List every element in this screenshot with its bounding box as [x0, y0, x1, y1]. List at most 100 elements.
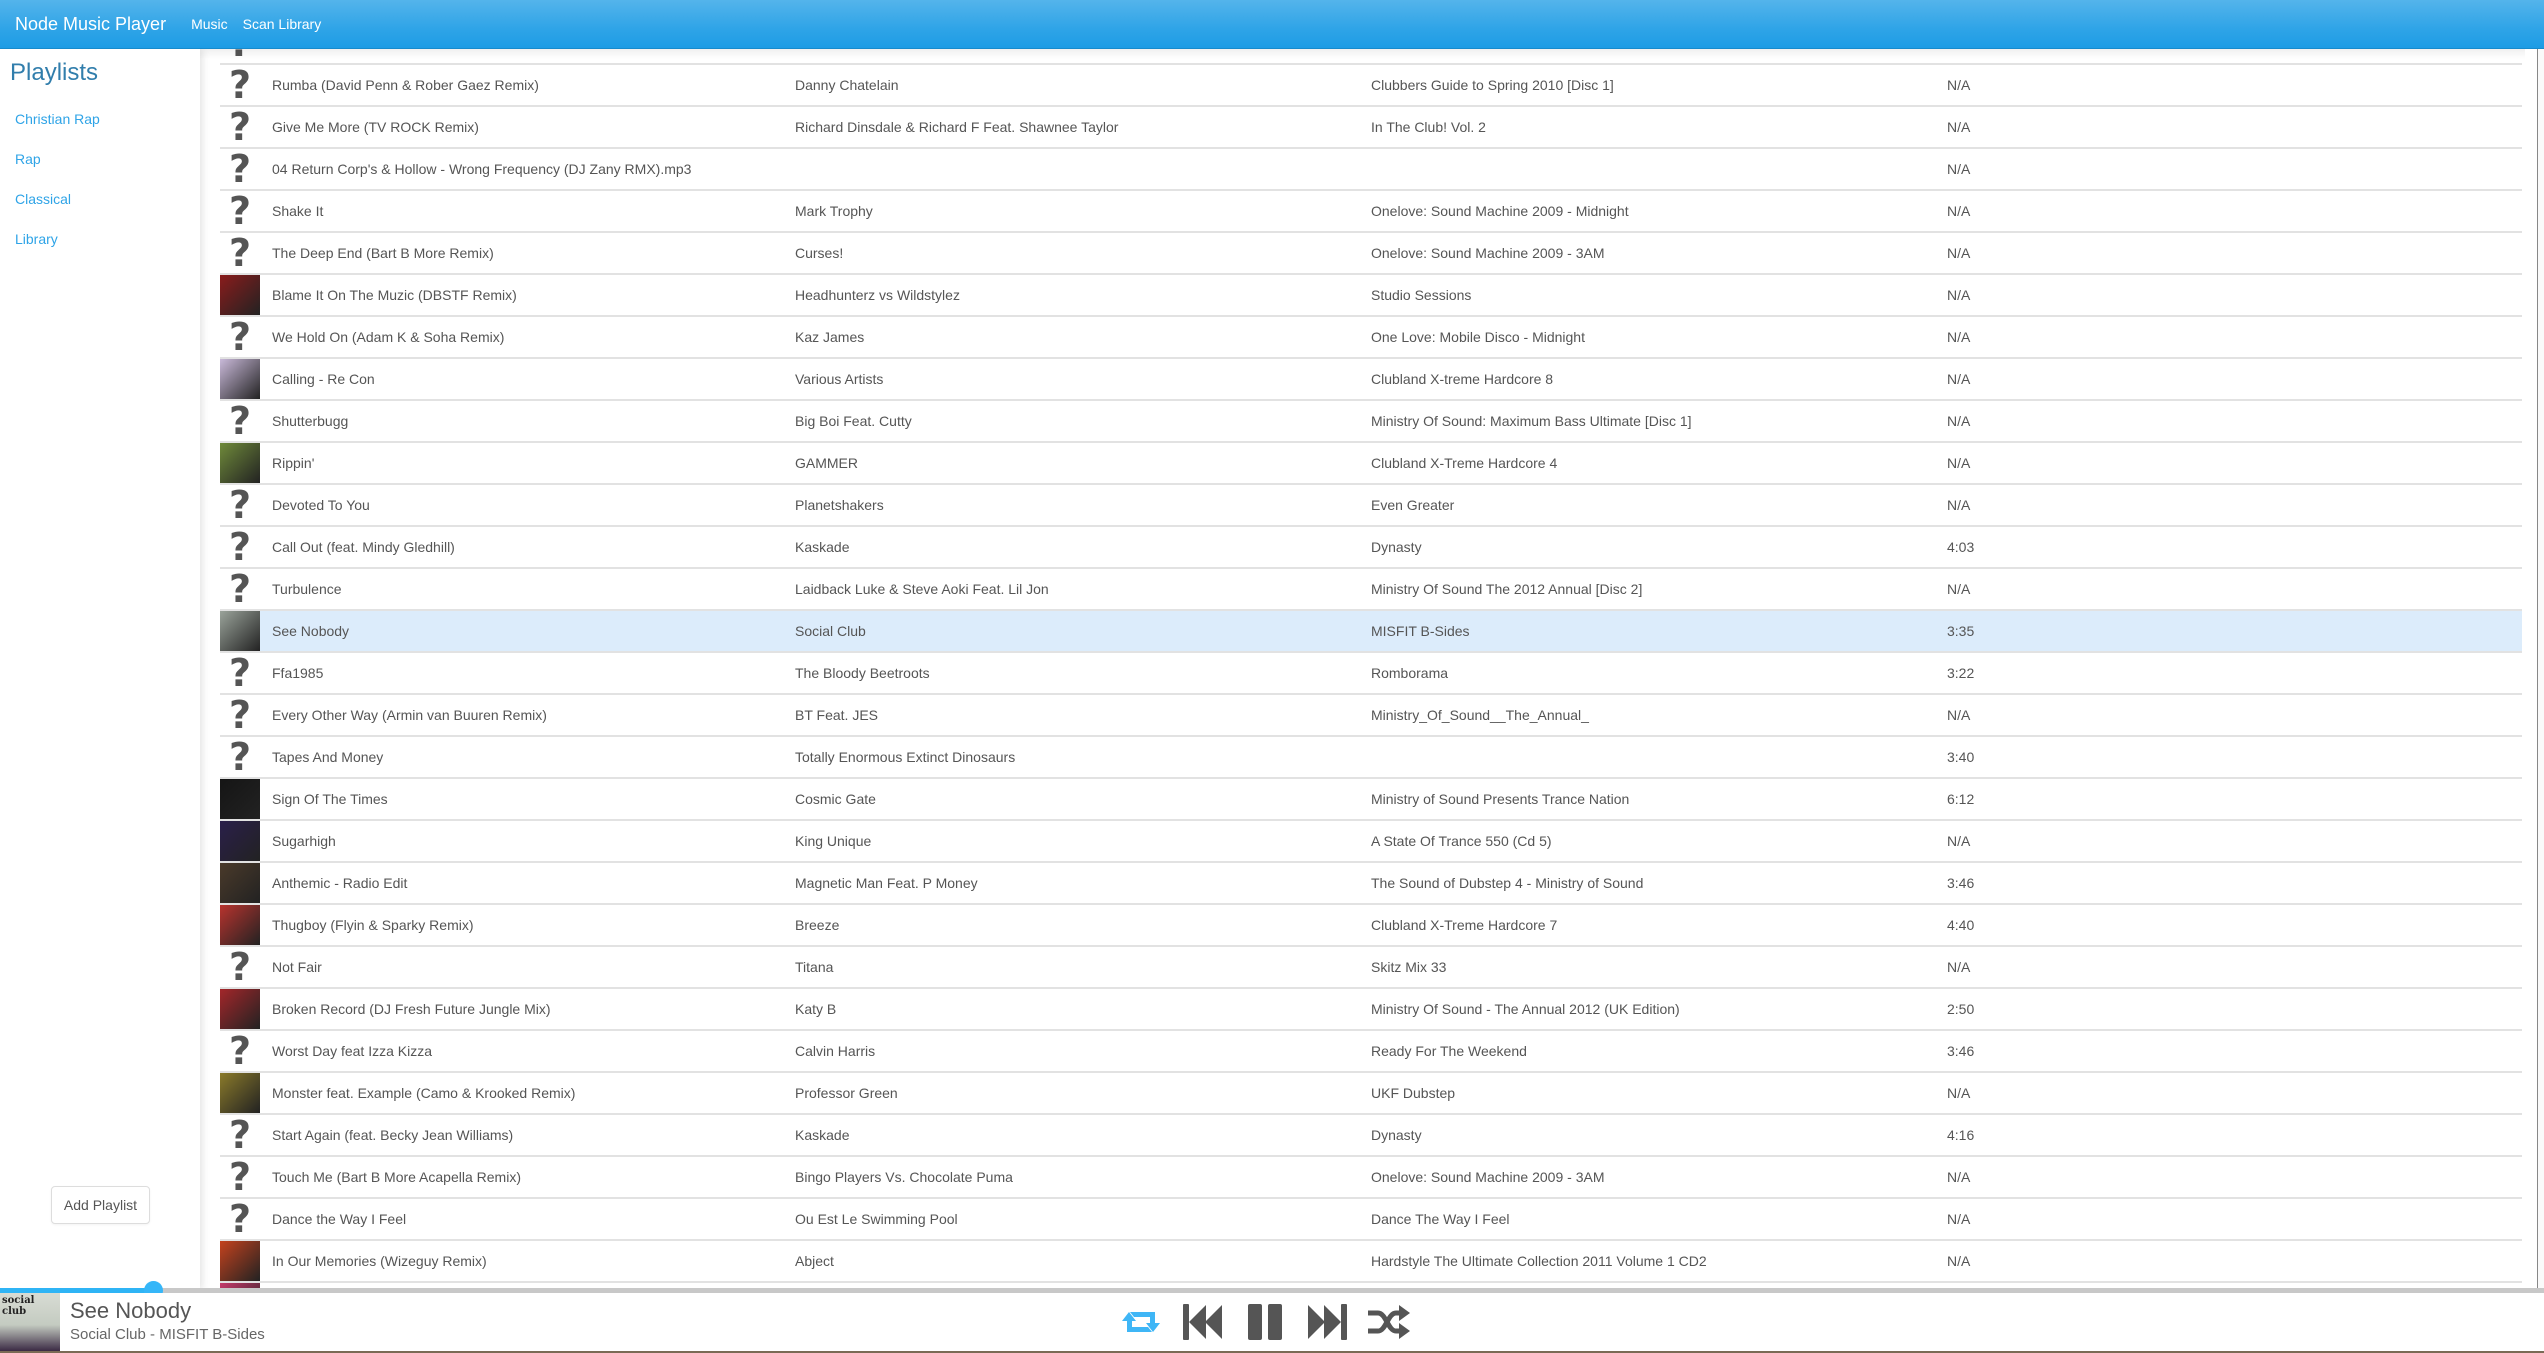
pause-icon [1248, 1304, 1282, 1340]
unknown-album-art-icon: ? [228, 399, 252, 443]
unknown-album-art-icon: ? [228, 567, 252, 611]
track-row[interactable]: Sugarhigh King Unique A State Of Trance 55… [220, 820, 2522, 862]
track-row[interactable]: ? Not Fair Titana Skitz Mix 33 N/A [220, 946, 2522, 988]
track-album: Onelove: Sound Machine 2009 - 3AM [1371, 245, 1605, 261]
track-art-cell: ? [220, 946, 272, 988]
track-row[interactable]: Calling - Re Con Various Artists Clubland … [220, 358, 2522, 400]
track-row[interactable]: Broken Record (DJ Fresh Future Jungle Mi… [220, 988, 2522, 1030]
track-artist: Cosmic Gate [795, 791, 876, 807]
track-row[interactable]: ? Shake It Mark Trophy Onelove: Sound Machi… [220, 190, 2522, 232]
playlist-christian-rap[interactable]: Christian Rap [15, 111, 100, 127]
track-time: 3:46 [1947, 875, 1975, 891]
track-artist: BT Feat. JES [795, 707, 878, 723]
track-time: N/A [1947, 707, 1971, 723]
track-art-cell: ? [220, 1030, 272, 1072]
next-button[interactable] [1304, 1301, 1350, 1343]
track-title: Blame It On The Muzic (DBSTF Remix) [272, 287, 517, 303]
track-row[interactable]: Anthemic - Radio Edit Magnetic Man Feat. … [220, 862, 2522, 904]
track-row[interactable]: ? Turbulence Laidback Luke & Steve Aoki Fe… [220, 568, 2522, 610]
track-row[interactable]: ? Devoted To You Planetshakers Even Greater… [220, 484, 2522, 526]
track-art-cell: ? [220, 526, 272, 568]
unknown-album-art-icon: ? [228, 1155, 252, 1199]
pause-button[interactable] [1242, 1301, 1288, 1343]
track-row[interactable]: Rippin' GAMMER Clubland X-Treme Hardcore 4… [220, 442, 2522, 484]
track-artist: Magnetic Man Feat. P Money [795, 875, 978, 891]
track-album: Dynasty [1371, 1127, 1422, 1143]
playlist-library[interactable]: Library [15, 231, 58, 247]
track-row[interactable]: Sign Of The Times Cosmic Gate Ministry of … [220, 778, 2522, 820]
unknown-album-art-icon: ? [228, 1029, 252, 1073]
track-row[interactable]: Monster feat. Example (Camo & Krooked Re… [220, 1072, 2522, 1114]
track-album: Romborama [1371, 665, 1449, 681]
track-row[interactable]: ? 04 Return Corp's & Hollow - Wrong Frequ… [220, 148, 2522, 190]
track-artist: Calvin Harris [795, 1043, 876, 1059]
track-row[interactable]: Thugboy (Flyin & Sparky Remix) Breeze Club… [220, 904, 2522, 946]
track-row[interactable]: ? Start Again (feat. Becky Jean Williams)… [220, 1114, 2522, 1156]
track-list-container: ?? Rumba (David Penn & Rober Gaez Remix) D… [200, 49, 2525, 1290]
repeat-button[interactable] [1118, 1301, 1164, 1343]
track-album: Ministry Of Sound The 2012 Annual [Disc … [1371, 581, 1643, 597]
track-artist: Abject [795, 1253, 834, 1269]
previous-button[interactable] [1180, 1301, 1226, 1343]
album-art-thumbnail [220, 443, 260, 483]
album-art-thumbnail [220, 1241, 260, 1281]
track-album [1371, 736, 1947, 778]
next-icon [1308, 1304, 1347, 1340]
track-artist: Social Club [795, 623, 866, 639]
track-row[interactable]: ? Tapes And Money Totally Enormous Extinct… [220, 736, 2522, 778]
track-artist: Planetshakers [795, 497, 884, 513]
track-artist: Titana [795, 959, 834, 975]
track-title: In Our Memories (Wizeguy Remix) [272, 1253, 487, 1269]
shuffle-button[interactable] [1366, 1301, 1412, 1343]
album-art-text: social club [2, 1295, 35, 1317]
unknown-album-art-icon: ? [228, 525, 252, 569]
track-title: Broken Record (DJ Fresh Future Jungle Mi… [272, 1001, 551, 1017]
track-artist: Danny Chatelain [795, 77, 899, 93]
track-artist: Big Boi Feat. Cutty [795, 413, 912, 429]
scrollbar[interactable] [2537, 49, 2544, 1290]
unknown-album-art-icon: ? [228, 147, 252, 191]
track-album: UKF Dubstep [1371, 1085, 1456, 1101]
track-art-cell [220, 358, 272, 400]
brand-link[interactable]: Node Music Player [0, 14, 181, 35]
track-row[interactable]: ? The Deep End (Bart B More Remix) Curses!… [220, 232, 2522, 274]
track-artist: Headhunterz vs Wildstylez [795, 287, 960, 303]
track-row[interactable]: ? Rumba (David Penn & Rober Gaez Remix) Da… [220, 64, 2522, 106]
track-time: 4:40 [1947, 917, 1975, 933]
track-art-cell: ? [220, 694, 272, 736]
track-row[interactable]: ? Touch Me (Bart B More Acapella Remix) Bi… [220, 1156, 2522, 1198]
track-row[interactable]: ? Call Out (feat. Mindy Gledhill) Kaskade D… [220, 526, 2522, 568]
track-art-cell [220, 988, 272, 1030]
track-row[interactable]: In Our Memories (Wizeguy Remix) Abject Har… [220, 1240, 2522, 1282]
track-art-cell: ? [220, 148, 272, 190]
track-album: Onelove: Sound Machine 2009 - Midnight [1371, 203, 1629, 219]
track-row[interactable]: ? Shutterbugg Big Boi Feat. Cutty Ministry … [220, 400, 2522, 442]
track-row[interactable]: ? Ffa1985 The Bloody Beetroots Romborama 3:2… [220, 652, 2522, 694]
track-artist: Katy B [795, 1001, 837, 1017]
track-title: Calling - Re Con [272, 371, 375, 387]
track-row[interactable]: ? We Hold On (Adam K & Soha Remix) Kaz Jam… [220, 316, 2522, 358]
unknown-album-art-icon: ? [228, 945, 252, 989]
track-row[interactable]: ? Give Me More (TV ROCK Remix) Richard Din… [220, 106, 2522, 148]
track-row[interactable]: Blame It On The Muzic (DBSTF Remix) Headh… [220, 274, 2522, 316]
playlist-classical[interactable]: Classical [15, 191, 71, 207]
track-time: 3:46 [1947, 1043, 1975, 1059]
track-time: 4:03 [1947, 539, 1975, 555]
repeat-icon [1122, 1312, 1160, 1332]
track-row[interactable]: ? Dance the Way I Feel Ou Est Le Swimming … [220, 1198, 2522, 1240]
track-row[interactable]: ? Worst Day feat Izza Kizza Calvin Harris R… [220, 1030, 2522, 1072]
track-time: N/A [1947, 1253, 1971, 1269]
track-row[interactable]: See Nobody Social Club MISFIT B-Sides 3:35 [220, 610, 2522, 652]
add-playlist-button[interactable]: Add Playlist [51, 1186, 150, 1224]
album-art-thumbnail [220, 275, 260, 315]
track-artist: GAMMER [795, 455, 858, 471]
unknown-album-art-icon: ? [228, 63, 252, 107]
playlist-rap[interactable]: Rap [15, 151, 41, 167]
track-title: Dance the Way I Feel [272, 1211, 407, 1227]
content-top-shadow [200, 49, 2525, 59]
nav-scan-library-link[interactable]: Scan Library [243, 16, 337, 32]
track-artist: Laidback Luke & Steve Aoki Feat. Lil Jon [795, 581, 1049, 597]
nav-music-link[interactable]: Music [181, 16, 243, 32]
track-row[interactable]: ? Every Other Way (Armin van Buuren Remix… [220, 694, 2522, 736]
track-album: MISFIT B-Sides [1371, 623, 1470, 639]
